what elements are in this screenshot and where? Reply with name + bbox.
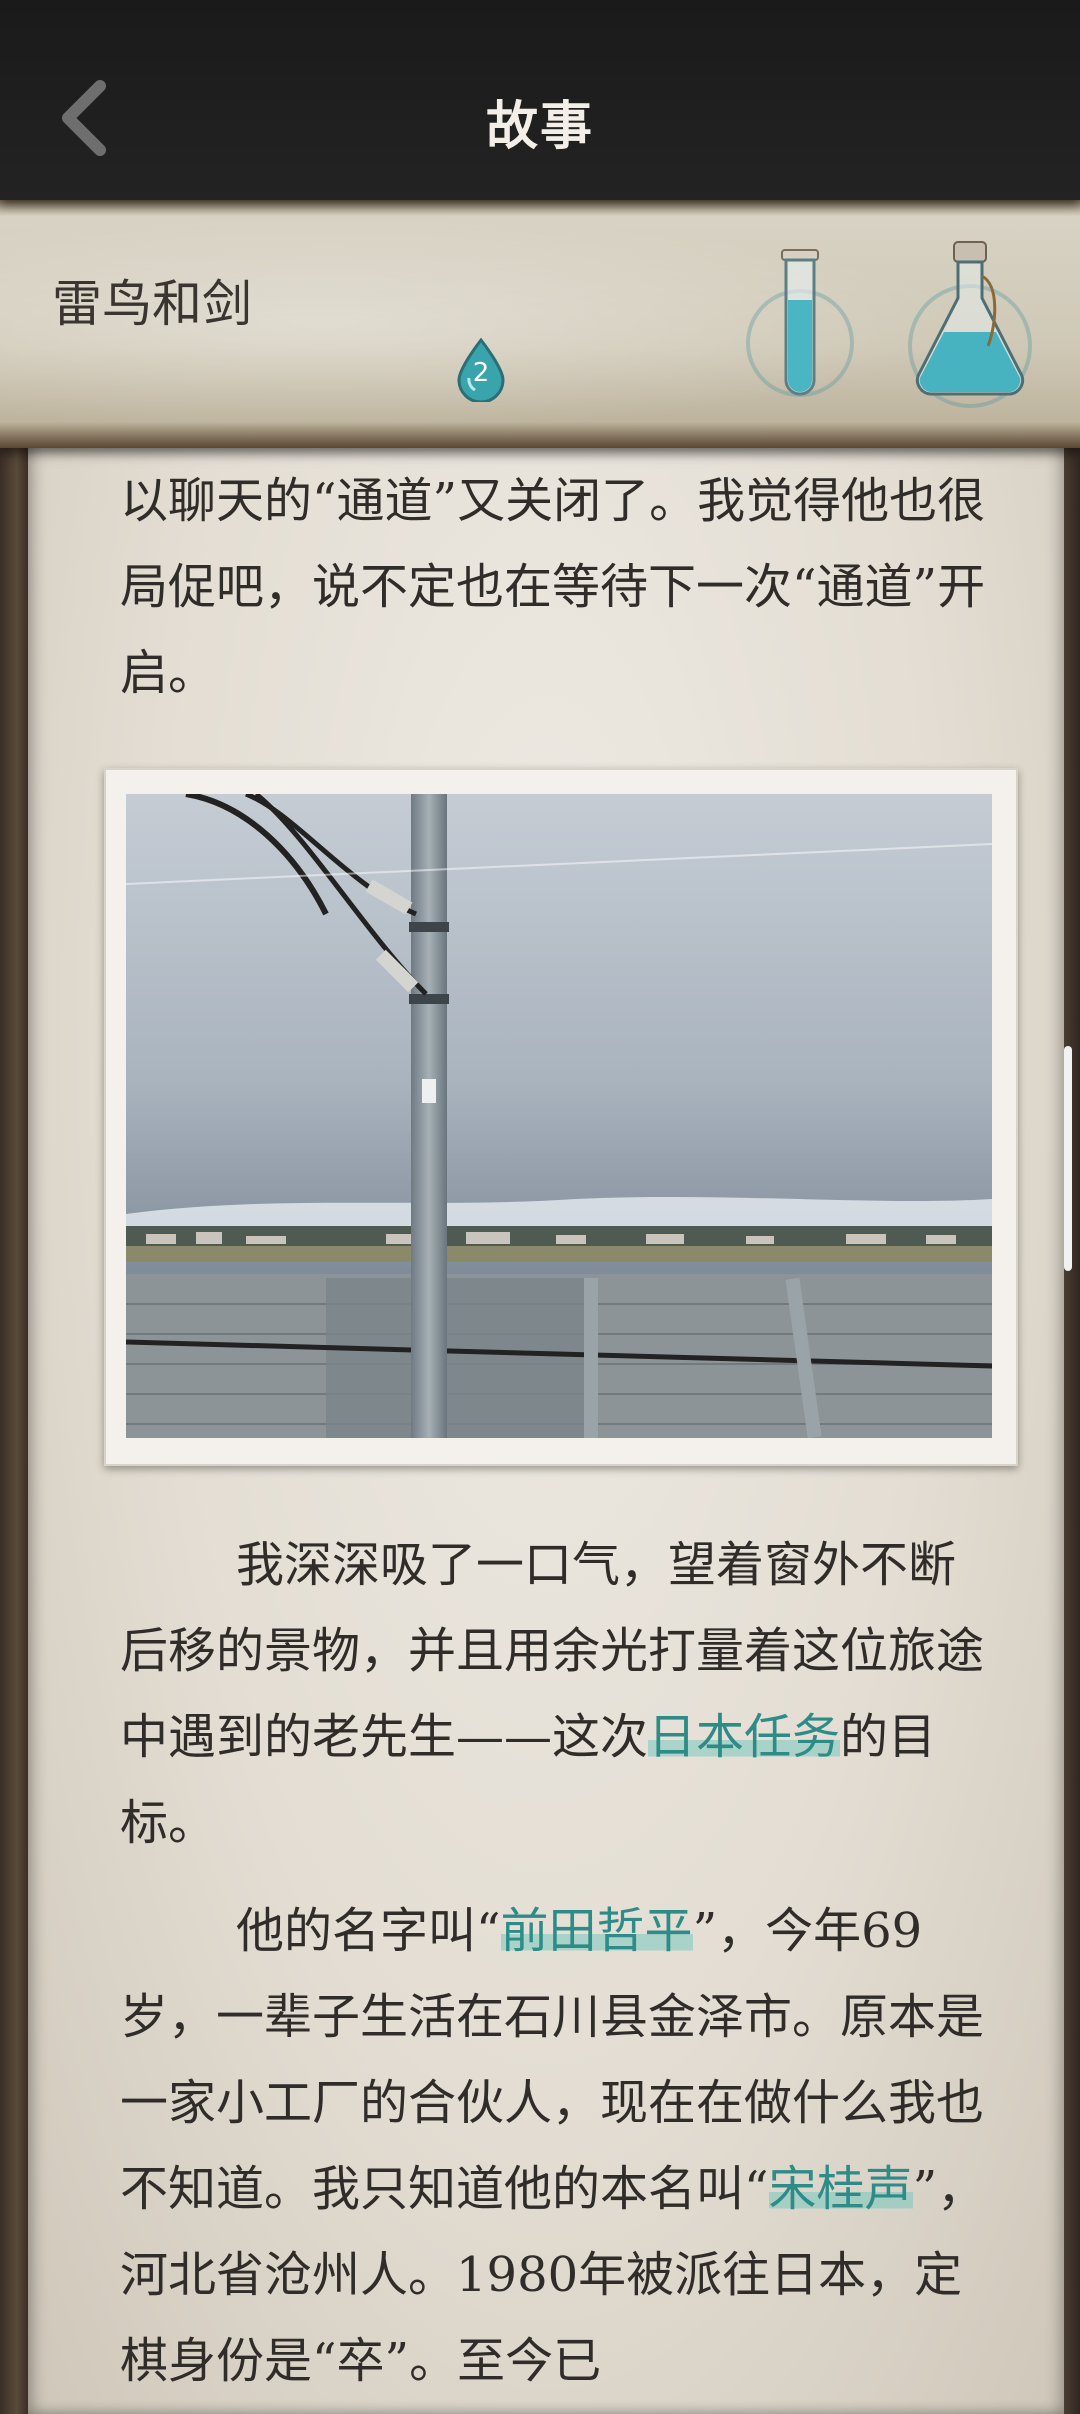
book-spine-left [0, 440, 28, 2414]
story-banner: 雷鸟和剑 2 [0, 198, 1080, 448]
keyword-link-maeda-teppei[interactable]: 前田哲平 [500, 1903, 693, 1959]
keyword-link-song-guisheng[interactable]: 宋桂声 [768, 2161, 913, 2217]
book-edge-right [1064, 440, 1080, 2414]
train-window-landscape-image [126, 794, 992, 1438]
book-title: 雷鸟和剑 [52, 275, 252, 333]
scrollbar-thumb[interactable] [1064, 1046, 1072, 1271]
test-tube-icon [746, 249, 854, 397]
story-paragraph-3: 他的名字叫“前田哲平”，今年69岁，一辈子生活在石川县金泽市。原本是一家小工厂的… [120, 1903, 986, 2389]
story-paragraph-1: 以聊天的“通道”又关闭了。我觉得他也很局促吧，说不定也在等待下一次“通道”开启。 [120, 473, 986, 701]
keyword-link-japan-mission[interactable]: 日本任务 [648, 1709, 841, 1765]
page-title: 故事 [485, 97, 594, 157]
test-tube-button[interactable] [740, 238, 860, 408]
potion-flask-icon [908, 241, 1032, 408]
drop-count: 2 [472, 358, 490, 388]
story-paragraph-2: 我深深吸了一口气，望着窗外不断后移的景物，并且用余光打量着这位旅途中遇到的老先生… [120, 1537, 985, 1851]
story-photo [126, 794, 992, 1438]
potion-flask-button[interactable] [900, 236, 1040, 411]
top-navigation-bar: 故事 [0, 0, 1080, 200]
chapter-drop-badge[interactable]: 2 [455, 337, 507, 404]
story-photo-frame [104, 768, 1018, 1466]
